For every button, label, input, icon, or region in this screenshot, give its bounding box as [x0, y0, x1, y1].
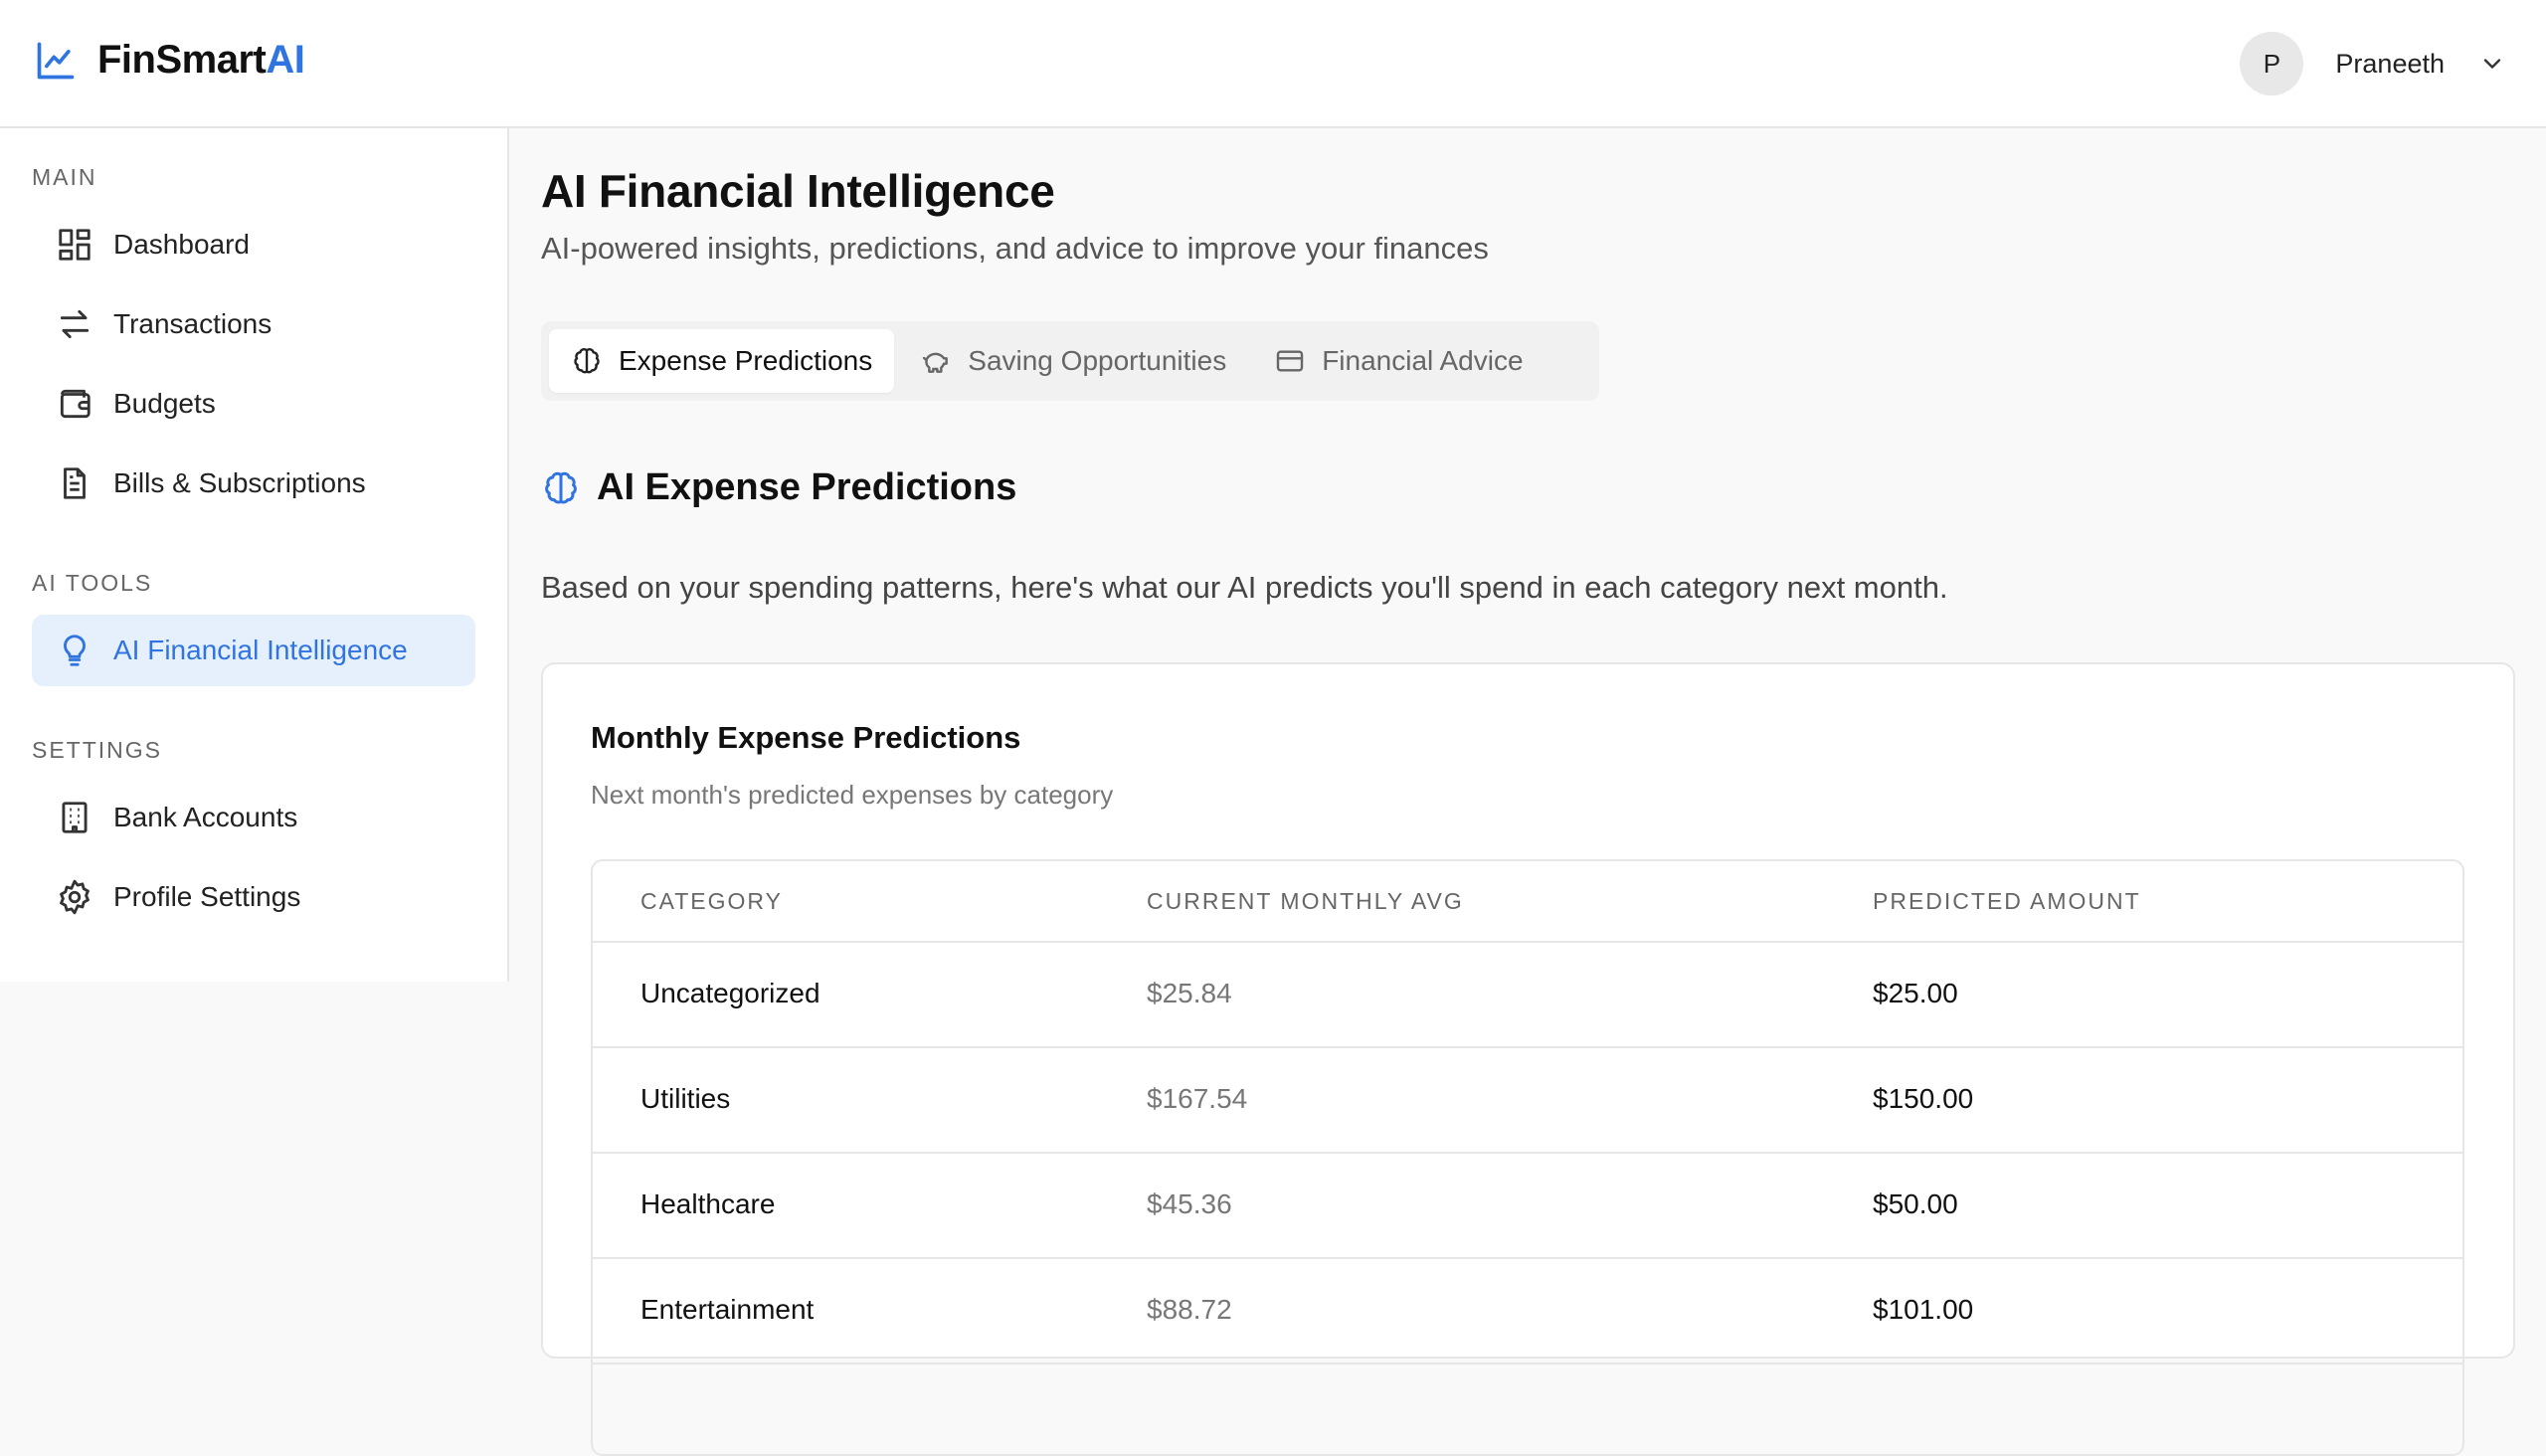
sidebar-item-label: Budgets	[113, 388, 216, 419]
cell-current-avg: $45.36	[1147, 1188, 1232, 1219]
sidebar: MAIN Dashboard Transactions Budgets Bill…	[0, 128, 509, 982]
column-header-category: CATEGORY	[640, 888, 783, 914]
chevron-down-icon[interactable]	[2478, 50, 2506, 78]
building-icon	[62, 802, 88, 833]
wallet-icon	[60, 389, 91, 419]
table-row: Uncategorized $25.84 $25.00	[593, 943, 2462, 1048]
sidebar-item-budgets[interactable]: Budgets	[32, 368, 475, 440]
avatar[interactable]: P	[2240, 32, 2304, 95]
tab-label: Financial Advice	[1322, 345, 1524, 376]
brand-name: FinSmartAI	[97, 38, 305, 82]
card-subtitle: Next month's predicted expenses by categ…	[591, 780, 1114, 810]
cell-category: Uncategorized	[640, 978, 820, 1008]
card-title: Monthly Expense Predictions	[591, 720, 1021, 755]
brain-icon	[545, 471, 577, 503]
sidebar-item-bank-accounts[interactable]: Bank Accounts	[32, 782, 475, 853]
sidebar-item-label: Dashboard	[113, 229, 250, 260]
column-header-current-avg: CURRENT MONTHLY AVG	[1147, 888, 1464, 914]
cell-predicted: $101.00	[1873, 1294, 1974, 1325]
tab-saving-opportunities[interactable]: Saving Opportunities	[898, 329, 1248, 393]
cell-category: Entertainment	[640, 1294, 815, 1325]
table-row: Healthcare $45.36 $50.00	[593, 1154, 2462, 1259]
cell-current-avg: $88.72	[1147, 1294, 1232, 1325]
credit-card-icon	[1277, 350, 1304, 372]
section-title: AI Expense Predictions	[597, 466, 1017, 508]
transfer-icon	[60, 309, 90, 339]
dashboard-icon	[59, 229, 91, 261]
table-row: Entertainment $88.72 $101.00	[593, 1259, 2462, 1365]
predictions-card: Monthly Expense Predictions Next month's…	[541, 662, 2515, 1456]
document-icon	[64, 467, 86, 499]
user-menu[interactable]: P Praneeth	[2240, 32, 2506, 95]
brain-icon	[574, 348, 600, 374]
tab-bar: Expense Predictions Saving Opportunities…	[541, 321, 1599, 401]
cell-category: Healthcare	[640, 1188, 776, 1219]
sidebar-item-transactions[interactable]: Transactions	[32, 288, 475, 360]
sidebar-item-label: Bills & Subscriptions	[113, 467, 366, 498]
cell-category: Utilities	[640, 1083, 731, 1114]
sidebar-section-ai-tools: AI TOOLS	[32, 570, 153, 596]
sidebar-item-label: Profile Settings	[113, 881, 301, 912]
tab-label: Expense Predictions	[619, 345, 873, 376]
sidebar-item-profile-settings[interactable]: Profile Settings	[32, 861, 475, 933]
sidebar-item-bills[interactable]: Bills & Subscriptions	[32, 448, 475, 519]
section-header: AI Expense Predictions	[541, 466, 1016, 509]
table-row: Utilities $167.54 $150.00	[593, 1048, 2462, 1154]
sidebar-section-settings: SETTINGS	[32, 737, 163, 763]
sidebar-item-ai-financial-intelligence[interactable]: AI Financial Intelligence	[32, 615, 475, 686]
section-intro: Based on your spending patterns, here's …	[541, 570, 1948, 605]
sidebar-section-main: MAIN	[32, 164, 97, 190]
piggy-bank-icon	[923, 352, 949, 373]
cell-current-avg: $167.54	[1147, 1083, 1248, 1114]
tab-financial-advice[interactable]: Financial Advice	[1252, 329, 1545, 393]
sidebar-item-label: Transactions	[113, 308, 273, 339]
predictions-table: CATEGORY CURRENT MONTHLY AVG PREDICTED A…	[591, 859, 2464, 1456]
cell-predicted: $50.00	[1873, 1188, 1958, 1219]
cell-current-avg: $25.84	[1147, 978, 1232, 1008]
sidebar-item-label: AI Financial Intelligence	[113, 635, 408, 665]
gear-icon	[60, 879, 90, 915]
sidebar-item-dashboard[interactable]: Dashboard	[32, 209, 475, 280]
tab-label: Saving Opportunities	[968, 345, 1227, 376]
top-bar: FinSmartAI P Praneeth	[0, 0, 2546, 128]
lightbulb-icon	[64, 635, 86, 666]
table-header: CATEGORY CURRENT MONTHLY AVG PREDICTED A…	[593, 861, 2462, 943]
page-title: AI Financial Intelligence	[541, 165, 1055, 217]
sidebar-item-label: Bank Accounts	[113, 802, 298, 832]
brand-logo[interactable]: FinSmartAI	[34, 38, 305, 83]
user-name[interactable]: Praneeth	[2335, 49, 2445, 80]
tab-expense-predictions[interactable]: Expense Predictions	[549, 329, 895, 393]
page-subtitle: AI-powered insights, predictions, and ad…	[541, 231, 1489, 266]
line-chart-icon	[37, 42, 75, 79]
column-header-predicted: PREDICTED AMOUNT	[1873, 888, 2141, 914]
cell-predicted: $25.00	[1873, 978, 1958, 1008]
cell-predicted: $150.00	[1873, 1083, 1974, 1114]
